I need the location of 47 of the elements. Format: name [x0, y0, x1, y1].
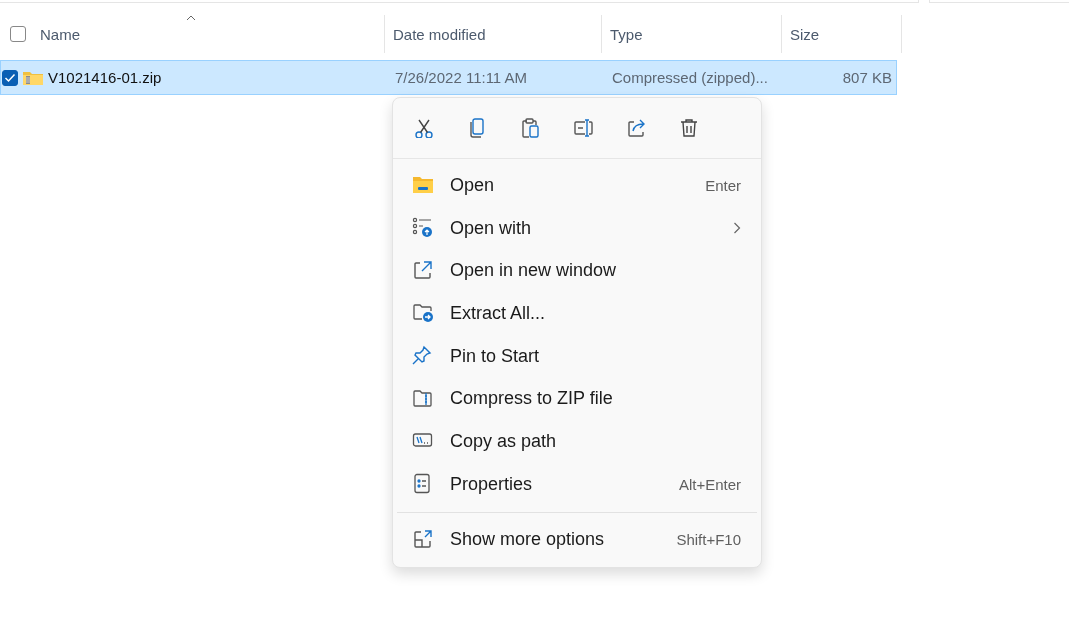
scissors-icon — [414, 118, 434, 138]
sort-caret-icon — [185, 15, 196, 21]
checkmark-icon — [4, 72, 16, 83]
file-size: 807 KB — [841, 69, 893, 86]
shortcut-text: Shift+F10 — [676, 531, 741, 549]
menu-item-label: Show more options — [450, 529, 606, 551]
folder-arrow-icon — [412, 302, 434, 325]
clipboard-icon — [520, 118, 540, 138]
column-header[interactable]: Size — [782, 15, 902, 53]
menu-item[interactable]: Pin to Start — [393, 334, 761, 378]
menu-item[interactable]: Copy as path — [393, 420, 761, 463]
zip-folder-outline-icon — [412, 387, 434, 410]
menu-item[interactable]: Open with — [393, 206, 761, 250]
menu-item[interactable]: Extract All... — [393, 292, 761, 335]
menu-item-label: Open — [450, 174, 496, 196]
file-type: Compressed (zipped)... — [611, 69, 769, 86]
share-icon — [626, 118, 646, 138]
app-list-icon — [412, 217, 434, 240]
chevron-right-icon — [733, 222, 741, 235]
shortcut-text: Enter — [705, 176, 741, 194]
checkbox[interactable] — [10, 26, 26, 42]
column-header[interactable]: Date modified — [385, 15, 602, 53]
menu-item-label: Compress to ZIP file — [450, 388, 614, 410]
menu-item[interactable]: Open in new window — [393, 249, 761, 293]
menu-item[interactable]: Open Enter — [393, 164, 761, 207]
external-window-icon — [412, 259, 434, 282]
expand-window-icon — [412, 528, 434, 551]
menu-item-label: Open in new window — [450, 260, 618, 282]
date-modified: 7/26/2022 11:11 AM — [394, 69, 529, 86]
menu-item[interactable]: Properties Alt+Enter — [393, 462, 761, 506]
shortcut-text: Alt+Enter — [678, 475, 741, 493]
menu-item[interactable]: Compress to ZIP file — [393, 377, 761, 421]
column-header[interactable]: Type — [602, 15, 782, 53]
file-name: V1021416-01.zip — [48, 69, 162, 86]
column-header[interactable]: Name — [33, 15, 385, 53]
zip-folder-icon — [22, 69, 44, 86]
checkbox[interactable] — [2, 69, 18, 86]
copy-icon — [467, 118, 487, 138]
menu-item-label: Properties — [450, 473, 534, 495]
menu-item-label: Copy as path — [450, 430, 558, 452]
file-row[interactable]: V1021416-01.zip 7/26/2022 11:11 AM Compressed (zipped)... 807 KB — [0, 60, 897, 95]
menu-item-label: Pin to Start — [450, 345, 541, 367]
menu-item-label: Extract All... — [450, 302, 547, 324]
menu-item[interactable]: Show more options Shift+F10 — [393, 518, 761, 562]
menu-item-label: Open with — [450, 217, 533, 239]
trash-icon — [679, 118, 699, 138]
rename-icon — [573, 118, 593, 138]
